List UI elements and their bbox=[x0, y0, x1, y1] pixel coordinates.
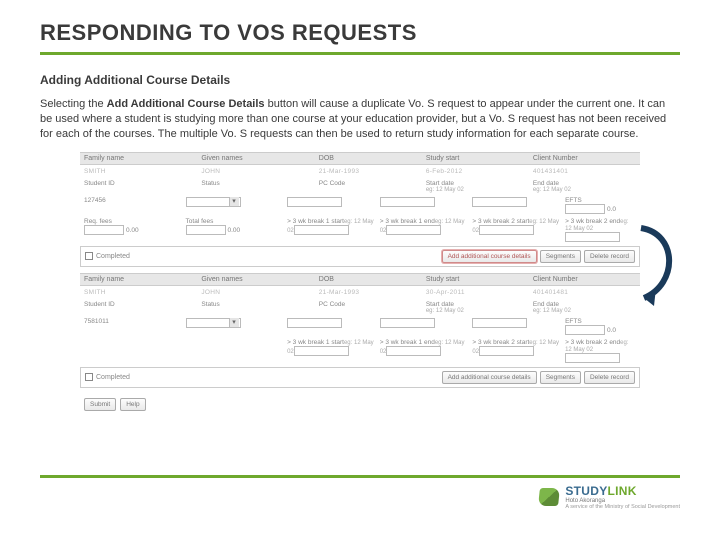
col-client-no: Client Number bbox=[533, 276, 636, 283]
val-given: JOHN bbox=[201, 288, 314, 297]
lbl-efts: EFTS bbox=[565, 197, 582, 204]
end-date-input[interactable] bbox=[472, 318, 527, 328]
completed-checkbox[interactable] bbox=[85, 373, 93, 381]
hint-start: eg: 12 May 02 bbox=[426, 308, 529, 314]
body-bold: Add Additional Course Details bbox=[107, 98, 265, 110]
pc-code-input[interactable] bbox=[287, 197, 342, 207]
col-study-start: Study start bbox=[426, 155, 529, 162]
col-family: Family name bbox=[84, 276, 197, 283]
col-given: Given names bbox=[201, 155, 314, 162]
start-date-input[interactable] bbox=[380, 318, 435, 328]
help-button[interactable]: Help bbox=[120, 398, 145, 411]
hint-end: eg: 12 May 02 bbox=[533, 308, 636, 314]
col-dob: DOB bbox=[319, 276, 422, 283]
col-dob: DOB bbox=[319, 155, 422, 162]
hint-end: eg: 12 May 02 bbox=[533, 187, 636, 193]
lbl-end-date: End date bbox=[533, 301, 559, 308]
brand-tagline: A service of the Ministry of Social Deve… bbox=[565, 504, 680, 510]
lbl-completed: Completed bbox=[96, 374, 130, 381]
record-block: Family name Given names DOB Study start … bbox=[80, 152, 640, 267]
lbl-status: Status bbox=[201, 180, 219, 187]
val-study-start: 6-Feb-2012 bbox=[426, 167, 529, 176]
studylink-logo-icon bbox=[538, 488, 560, 506]
val-study-start: 30-Apr-2011 bbox=[426, 288, 529, 297]
col-study-start: Study start bbox=[426, 276, 529, 283]
val-client-no: 401431401 bbox=[533, 167, 636, 176]
lbl-end-date: End date bbox=[533, 180, 559, 187]
segments-button[interactable]: Segments bbox=[540, 250, 581, 263]
completed-checkbox[interactable] bbox=[85, 252, 93, 260]
brand-name-b: LINK bbox=[608, 484, 637, 498]
col-client-no: Client Number bbox=[533, 155, 636, 162]
lbl-status: Status bbox=[201, 301, 219, 308]
body-pre: Selecting the bbox=[40, 98, 107, 110]
lbl-b2e: > 3 wk break 2 end bbox=[565, 339, 620, 346]
lbl-b2e: > 3 wk break 2 end bbox=[565, 218, 620, 225]
break1-end-input[interactable] bbox=[386, 346, 441, 356]
page-title: RESPONDING TO VOS REQUESTS bbox=[40, 20, 680, 55]
section-heading: Adding Additional Course Details bbox=[40, 73, 680, 87]
val-student-id: 7581011 bbox=[84, 318, 109, 325]
delete-record-button[interactable]: Delete record bbox=[584, 250, 635, 263]
record-block: Family name Given names DOB Study start … bbox=[80, 273, 640, 388]
hint-start: eg: 12 May 02 bbox=[426, 187, 529, 193]
delete-record-button[interactable]: Delete record bbox=[584, 371, 635, 384]
break1-start-input[interactable] bbox=[294, 346, 349, 356]
end-date-input[interactable] bbox=[472, 197, 527, 207]
lbl-pc-code: PC Code bbox=[319, 301, 345, 308]
val-family: SMITH bbox=[84, 167, 197, 176]
val-efts: 0.0 bbox=[607, 205, 616, 212]
lbl-total-fees: Total fees bbox=[186, 218, 214, 225]
pc-code-input[interactable] bbox=[287, 318, 342, 328]
val-given: JOHN bbox=[201, 167, 314, 176]
req-fees-input[interactable] bbox=[84, 225, 124, 235]
col-given: Given names bbox=[201, 276, 314, 283]
brand-name-a: STUDY bbox=[565, 484, 607, 498]
val-req-fees: 0.00 bbox=[126, 226, 139, 233]
lbl-start-date: Start date bbox=[426, 301, 454, 308]
efts-input[interactable] bbox=[565, 325, 605, 335]
break2-start-input[interactable] bbox=[479, 225, 534, 235]
val-student-id: 127456 bbox=[84, 197, 106, 204]
add-additional-course-button[interactable]: Add additional course details bbox=[442, 250, 537, 263]
break2-end-input[interactable] bbox=[565, 232, 620, 242]
break2-start-input[interactable] bbox=[479, 346, 534, 356]
lbl-b1e: > 3 wk break 1 end bbox=[380, 339, 435, 346]
lbl-req-fees: Req. fees bbox=[84, 218, 112, 225]
submit-button[interactable]: Submit bbox=[84, 398, 116, 411]
break1-start-input[interactable] bbox=[294, 225, 349, 235]
lbl-student-id: Student ID bbox=[84, 301, 115, 308]
val-client-no: 401401481 bbox=[533, 288, 636, 297]
body-paragraph: Selecting the Add Additional Course Deta… bbox=[40, 97, 680, 142]
segments-button[interactable]: Segments bbox=[540, 371, 581, 384]
lbl-b1e: > 3 wk break 1 end bbox=[380, 218, 435, 225]
val-dob: 21-Mar-1993 bbox=[319, 288, 422, 297]
lbl-start-date: Start date bbox=[426, 180, 454, 187]
lbl-b2s: > 3 wk break 2 start bbox=[472, 339, 529, 346]
add-additional-course-button[interactable]: Add additional course details bbox=[442, 371, 537, 384]
total-fees-input[interactable] bbox=[186, 225, 226, 235]
slide-footer: STUDYLINK Hoto Akoranga A service of the… bbox=[40, 475, 680, 510]
start-date-input[interactable] bbox=[380, 197, 435, 207]
status-select[interactable] bbox=[186, 318, 241, 328]
lbl-efts: EFTS bbox=[565, 318, 582, 325]
break2-end-input[interactable] bbox=[565, 353, 620, 363]
efts-input[interactable] bbox=[565, 204, 605, 214]
lbl-student-id: Student ID bbox=[84, 180, 115, 187]
val-dob: 21-Mar-1993 bbox=[319, 167, 422, 176]
val-total-fees: 0.00 bbox=[227, 226, 240, 233]
status-select[interactable] bbox=[186, 197, 241, 207]
lbl-b1s: > 3 wk break 1 start bbox=[287, 218, 344, 225]
lbl-b2s: > 3 wk break 2 start bbox=[472, 218, 529, 225]
vos-form-screenshot: Family name Given names DOB Study start … bbox=[80, 152, 640, 415]
lbl-pc-code: PC Code bbox=[319, 180, 345, 187]
val-family: SMITH bbox=[84, 288, 197, 297]
studylink-brand: STUDYLINK Hoto Akoranga A service of the… bbox=[539, 484, 680, 510]
lbl-completed: Completed bbox=[96, 253, 130, 260]
break1-end-input[interactable] bbox=[386, 225, 441, 235]
val-efts: 0.0 bbox=[607, 326, 616, 333]
lbl-b1s: > 3 wk break 1 start bbox=[287, 339, 344, 346]
col-family: Family name bbox=[84, 155, 197, 162]
